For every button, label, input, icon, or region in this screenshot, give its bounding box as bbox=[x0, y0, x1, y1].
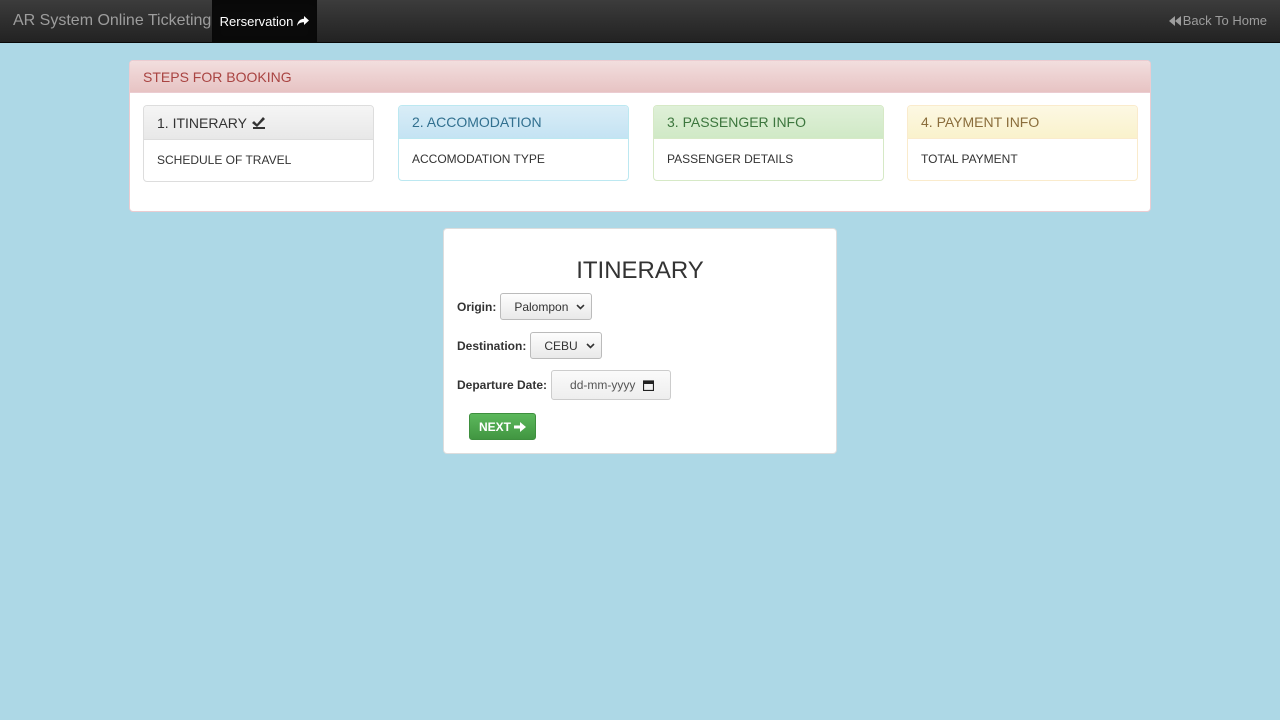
destination-select[interactable]: CEBU bbox=[530, 332, 603, 359]
step-description: ACCOMODATION TYPE bbox=[412, 152, 545, 166]
origin-select[interactable]: Palompon bbox=[500, 293, 593, 320]
brand-title[interactable]: AR System Online Ticketing bbox=[13, 12, 211, 30]
step-title: 1. ITINERARY bbox=[157, 114, 247, 131]
backward-icon bbox=[1168, 15, 1181, 26]
calendar-icon[interactable] bbox=[643, 379, 655, 391]
destination-label: Destination: bbox=[457, 338, 527, 353]
step-header: 3. PASSENGER INFO bbox=[654, 106, 883, 139]
departure-date-label: Departure Date: bbox=[457, 378, 548, 392]
step-header: 4. PAYMENT INFO bbox=[908, 106, 1137, 139]
nav-item-label: Rerservation bbox=[219, 13, 294, 29]
step-itinerary: 1. ITINERARY SCHEDULE OF TRAVEL bbox=[143, 105, 374, 182]
destination-row: Destination: CEBU bbox=[457, 332, 603, 359]
step-passenger-info: 3. PASSENGER INFO PASSENGER DETAILS bbox=[653, 105, 884, 181]
step-title: 4. PAYMENT INFO bbox=[921, 114, 1040, 130]
step-payment-info: 4. PAYMENT INFO TOTAL PAYMENT bbox=[907, 105, 1138, 181]
origin-selected-value: Palompon bbox=[514, 299, 569, 314]
origin-row: Origin: Palompon bbox=[457, 293, 593, 320]
arrow-right-icon bbox=[514, 421, 526, 432]
itinerary-form: ITINERARY Origin: Palompon Destination: … bbox=[443, 228, 837, 454]
step-description: PASSENGER DETAILS bbox=[667, 152, 794, 166]
top-navbar: AR System Online Ticketing Rerservation … bbox=[0, 0, 1280, 43]
step-accomodation: 2. ACCOMODATION ACCOMODATION TYPE bbox=[398, 105, 629, 181]
step-description: SCHEDULE OF TRAVEL bbox=[157, 153, 292, 167]
departure-date-row: Departure Date: dd-mm-yyyy bbox=[457, 370, 672, 400]
origin-label: Origin: bbox=[457, 299, 497, 314]
back-to-home-label: Back To Home bbox=[1182, 13, 1267, 28]
chevron-down-icon bbox=[576, 303, 585, 310]
share-arrow-icon bbox=[297, 15, 310, 26]
back-to-home-link[interactable]: Back To Home bbox=[1168, 13, 1267, 28]
step-title: 2. ACCOMODATION bbox=[412, 114, 542, 130]
next-button[interactable]: NEXT bbox=[469, 413, 536, 440]
chevron-down-icon bbox=[586, 342, 595, 349]
step-description: TOTAL PAYMENT bbox=[921, 152, 1018, 166]
nav-item-reservation[interactable]: Rerservation bbox=[212, 0, 317, 42]
step-header: 2. ACCOMODATION bbox=[399, 106, 628, 139]
check-edit-icon bbox=[252, 117, 265, 129]
steps-panel: STEPS FOR BOOKING 1. ITINERARY SCHEDULE … bbox=[129, 60, 1151, 212]
step-title: 3. PASSENGER INFO bbox=[667, 114, 806, 130]
form-title: ITINERARY bbox=[576, 257, 704, 284]
step-header: 1. ITINERARY bbox=[144, 106, 373, 140]
destination-selected-value: CEBU bbox=[544, 338, 578, 353]
next-button-label: NEXT bbox=[478, 419, 511, 434]
steps-heading: STEPS FOR BOOKING bbox=[130, 61, 1150, 93]
departure-date-input[interactable]: dd-mm-yyyy bbox=[551, 370, 672, 400]
date-placeholder: dd-mm-yyyy bbox=[570, 378, 636, 392]
